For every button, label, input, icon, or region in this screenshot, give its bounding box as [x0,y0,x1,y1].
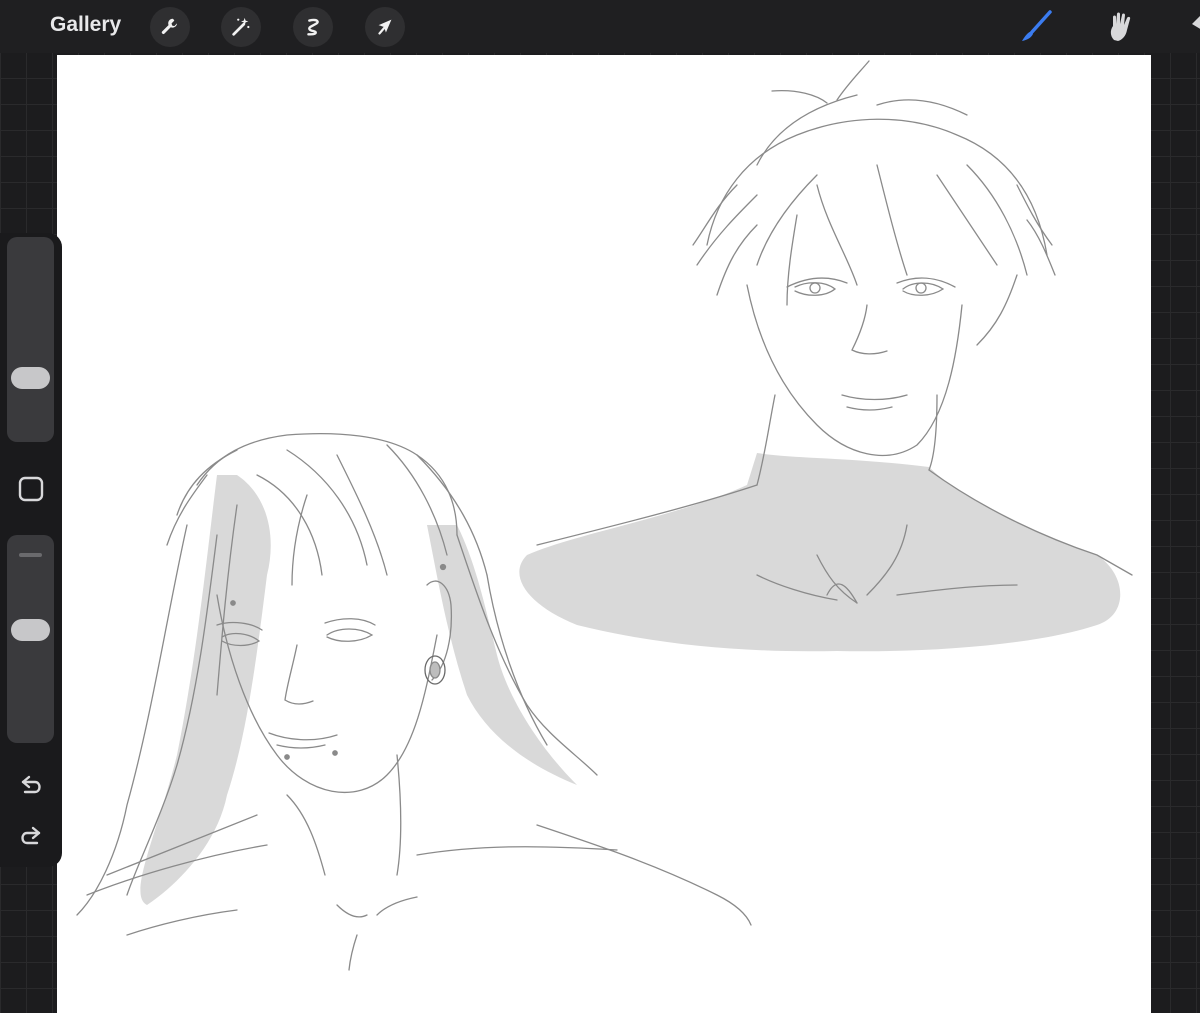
opacity-thumb[interactable] [11,619,50,642]
top-toolbar: Gallery [0,0,1200,53]
left-sidebar [0,233,62,867]
brush-size-thumb[interactable] [11,367,50,389]
actions-button[interactable] [150,7,190,47]
adjustments-button[interactable] [221,7,261,47]
gallery-button[interactable]: Gallery [50,13,121,37]
arrow-cursor-icon [378,19,392,35]
transform-button[interactable] [365,7,405,47]
sketch-artwork [76,60,1133,971]
smudge-icon[interactable] [1104,10,1138,44]
wrench-icon [161,18,178,34]
brush-icon[interactable] [1018,10,1052,44]
selection-button[interactable] [293,7,333,47]
drawing-canvas[interactable] [57,55,1151,1013]
opacity-slider[interactable] [7,535,54,743]
selection-icon [307,18,319,36]
eraser-icon[interactable] [1188,10,1200,44]
square-icon[interactable] [15,473,47,505]
magic-wand-icon [232,17,250,36]
brush-size-slider[interactable] [7,237,54,442]
redo-icon[interactable] [15,821,47,853]
slider-grip [19,553,42,557]
undo-icon[interactable] [15,770,47,802]
